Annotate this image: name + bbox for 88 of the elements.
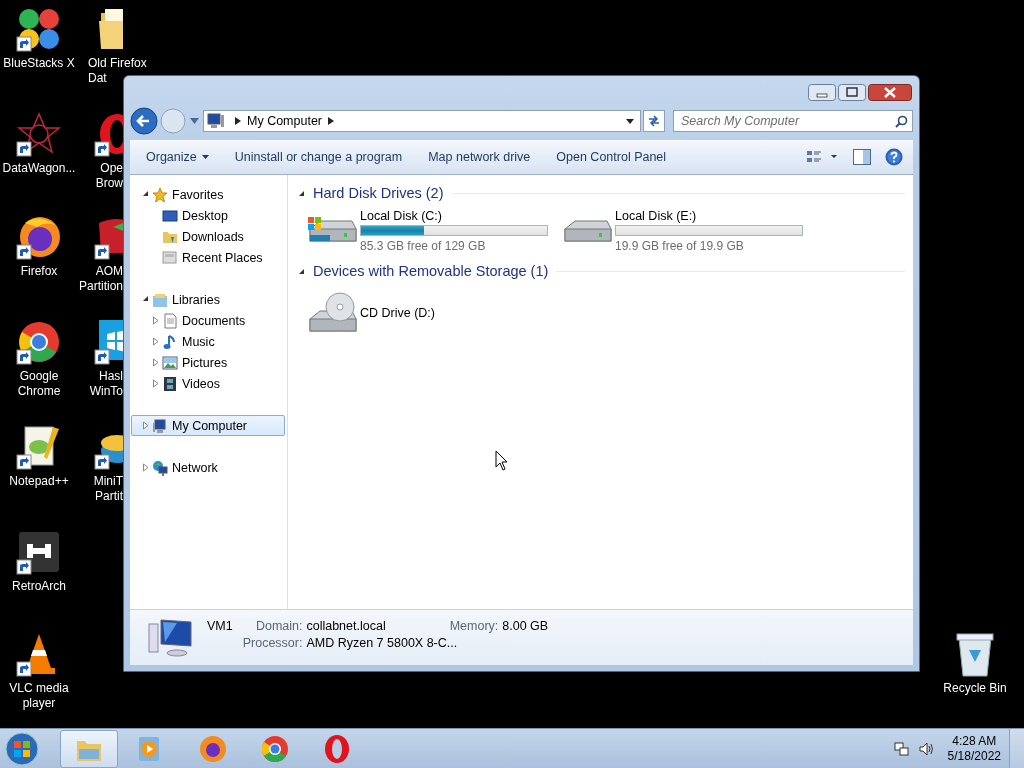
dropdown-arrow-icon[interactable] bbox=[626, 118, 634, 124]
close-button[interactable] bbox=[868, 84, 912, 101]
nav-item[interactable]: Network bbox=[131, 457, 285, 478]
maximize-button[interactable] bbox=[838, 84, 866, 101]
star-icon bbox=[152, 186, 168, 203]
help-button[interactable] bbox=[885, 148, 903, 166]
collapse-arrow-icon[interactable] bbox=[298, 189, 305, 197]
organize-menu-button[interactable]: Organize bbox=[140, 146, 215, 168]
collapse-arrow-icon[interactable] bbox=[141, 295, 149, 304]
clock-time[interactable]: 4:28 AM bbox=[952, 733, 997, 749]
icon-label: MiniT Partit bbox=[93, 474, 123, 504]
computer-icon bbox=[147, 617, 195, 658]
expand-arrow-icon[interactable] bbox=[141, 463, 149, 472]
command-button[interactable]: Map network drive bbox=[422, 146, 537, 168]
cd-drive-icon bbox=[306, 291, 360, 335]
icon-label: Firefox bbox=[20, 264, 58, 279]
minimize-button[interactable] bbox=[808, 84, 836, 101]
icon-label: Recycle Bin bbox=[943, 681, 1007, 696]
expand-arrow-icon[interactable] bbox=[141, 421, 149, 430]
free-space-text: 85.3 GB free of 129 GB bbox=[360, 239, 487, 253]
search-icon bbox=[895, 115, 908, 128]
icon-label: AOM Partition bbox=[78, 264, 123, 294]
back-button[interactable] bbox=[130, 107, 158, 135]
expand-arrow-icon[interactable] bbox=[151, 337, 159, 346]
recent-places-icon bbox=[162, 249, 178, 266]
expand-arrow-icon[interactable] bbox=[151, 316, 159, 325]
search-field[interactable]: Search My Computer bbox=[673, 110, 913, 132]
field-value: AMD Ryzen 7 5800X 8-C... bbox=[306, 636, 459, 650]
nav-item[interactable]: Pictures bbox=[131, 352, 285, 373]
icon-label: BlueStacks X bbox=[3, 56, 75, 71]
preview-pane-button[interactable] bbox=[853, 149, 871, 165]
icon-label: Hasl WinTo bbox=[89, 369, 123, 399]
mouse-pointer-icon bbox=[495, 450, 509, 471]
group-header[interactable]: Devices with Removable Storage (1) bbox=[313, 263, 549, 279]
field-label: Processor: bbox=[242, 636, 303, 650]
film-strip-icon bbox=[162, 375, 178, 392]
collapse-arrow-icon[interactable] bbox=[298, 267, 305, 275]
nav-item[interactable]: Documents bbox=[131, 310, 285, 331]
volume-icon[interactable] bbox=[917, 740, 934, 757]
app-shortcut-icon[interactable] bbox=[15, 110, 63, 158]
command-button[interactable]: Uninstall or change a program bbox=[228, 146, 409, 168]
breadcrumb-item[interactable]: My Computer bbox=[247, 114, 323, 128]
start-button[interactable] bbox=[2, 730, 42, 767]
icon-label: DataWagon... bbox=[2, 161, 76, 176]
drive-name[interactable]: CD Drive (D:) bbox=[360, 306, 435, 320]
icon-label: Google Chrome bbox=[17, 369, 61, 399]
picture-icon bbox=[162, 354, 178, 371]
group-header[interactable]: Hard Disk Drives (2) bbox=[313, 185, 444, 201]
free-space-text: 19.9 GB free of 19.9 GB bbox=[615, 239, 745, 253]
breadcrumb-arrow-icon bbox=[235, 117, 241, 125]
recycle-bin-icon[interactable] bbox=[955, 632, 995, 678]
field-value: 8.00 GB bbox=[502, 619, 549, 633]
icon-label: RetroArch bbox=[12, 579, 66, 594]
nav-item[interactable]: Libraries bbox=[131, 289, 285, 310]
history-dropdown-icon[interactable] bbox=[190, 118, 199, 124]
nav-item[interactable]: My Computer bbox=[131, 415, 285, 436]
library-icon bbox=[152, 291, 168, 308]
desktop-icon bbox=[162, 207, 178, 224]
nav-item[interactable]: Videos bbox=[131, 373, 285, 394]
address-bar[interactable]: My Computer bbox=[203, 110, 641, 132]
refresh-button[interactable] bbox=[643, 110, 665, 132]
network-icon[interactable] bbox=[893, 740, 910, 757]
collapse-arrow-icon[interactable] bbox=[141, 190, 149, 199]
drive-name[interactable]: Local Disk (C:) bbox=[360, 209, 548, 223]
field-label: Domain: bbox=[254, 619, 303, 633]
document-icon bbox=[162, 312, 178, 329]
computer-name: VM1 bbox=[207, 619, 233, 633]
icon-label: VLC media player bbox=[9, 681, 69, 711]
field-value: collabnet.local bbox=[306, 619, 386, 633]
music-note-icon bbox=[162, 333, 178, 350]
clock-date[interactable]: 5/18/2022 bbox=[947, 748, 1001, 764]
field-label: Memory: bbox=[449, 619, 499, 633]
breadcrumb-arrow-icon bbox=[328, 117, 335, 125]
nav-item[interactable]: Favorites bbox=[131, 184, 285, 205]
nav-item[interactable]: Music bbox=[131, 331, 285, 352]
icon-label: Old Firefox Dat bbox=[88, 56, 147, 86]
icon-label: Notepad++ bbox=[9, 474, 69, 489]
nav-item[interactable]: Recent Places bbox=[131, 247, 285, 268]
icon-label: Ope Brow bbox=[95, 161, 123, 191]
computer-icon bbox=[207, 113, 225, 129]
computer-icon bbox=[152, 417, 168, 434]
expand-arrow-icon[interactable] bbox=[151, 379, 159, 388]
command-button[interactable]: Open Control Panel bbox=[550, 146, 673, 168]
nav-item[interactable]: Desktop bbox=[131, 205, 285, 226]
drive-name[interactable]: Local Disk (E:) bbox=[615, 209, 803, 223]
nav-item[interactable]: Downloads bbox=[131, 226, 285, 247]
network-icon bbox=[152, 459, 168, 476]
expand-arrow-icon[interactable] bbox=[151, 358, 159, 367]
